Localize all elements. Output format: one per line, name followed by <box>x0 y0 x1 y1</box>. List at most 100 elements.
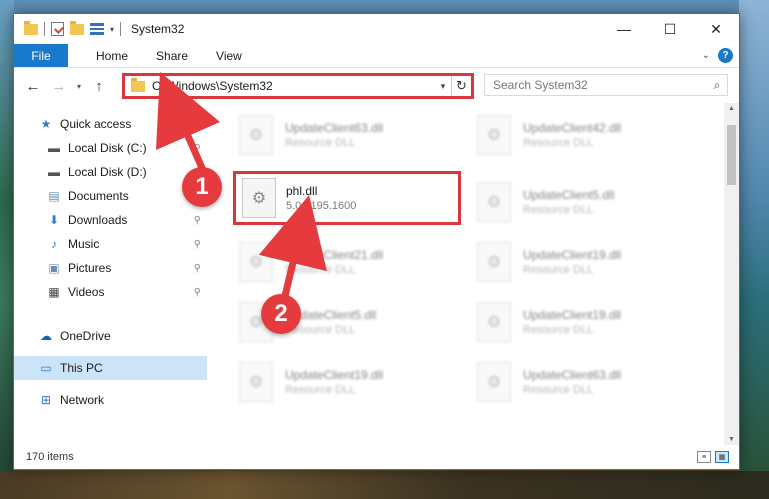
pin-icon[interactable]: ⚲ <box>194 263 201 274</box>
file-explorer-window: ▾ System32 — ☐ ✕ File Home Share View ⌄ … <box>13 13 740 470</box>
pin-icon[interactable]: ⚲ <box>194 215 201 226</box>
details-view-icon[interactable]: ≡ <box>697 451 711 463</box>
title-bar: ▾ System32 — ☐ ✕ <box>14 14 739 44</box>
ribbon-tabs: File Home Share View ⌄ ? <box>14 44 739 68</box>
documents-icon: ▤ <box>48 189 60 203</box>
recent-locations-dropdown-icon[interactable]: ▾ <box>72 82 86 91</box>
pin-icon[interactable]: ⚲ <box>194 287 201 298</box>
sidebar-item-quick-access[interactable]: ★ Quick access <box>14 112 207 136</box>
videos-icon: ▦ <box>48 285 60 299</box>
navigation-pane: ★ Quick access ▬ Local Disk (C:) ⚲ ▬ Loc… <box>14 103 207 445</box>
music-icon: ♪ <box>51 237 57 251</box>
sidebar-item-label: OneDrive <box>60 329 111 343</box>
sidebar-item-label: Local Disk (C:) <box>68 141 147 155</box>
file-name: UpdateClient19.dll <box>285 368 384 382</box>
refresh-icon[interactable]: ↻ <box>451 76 471 96</box>
file-description: Resource DLL <box>523 204 594 216</box>
maximize-button[interactable]: ☐ <box>647 14 693 44</box>
file-name: UpdateClient42.dll <box>523 121 622 135</box>
forward-arrow-icon[interactable]: → <box>46 78 72 95</box>
address-history-dropdown-icon[interactable]: ▾ <box>435 81 451 92</box>
scrollbar-thumb[interactable] <box>727 125 736 185</box>
tab-view[interactable]: View <box>202 44 256 67</box>
address-path[interactable]: C:\Windows\System32 <box>152 79 435 93</box>
up-arrow-icon[interactable]: ↑ <box>86 78 112 95</box>
address-bar[interactable]: C:\Windows\System32 ▾ ↻ <box>122 73 474 99</box>
pin-icon[interactable]: ⚲ <box>194 239 201 250</box>
toolbar-divider <box>120 22 122 36</box>
search-box[interactable]: Search System32 ⌕ <box>484 74 728 96</box>
scroll-down-icon[interactable]: ▼ <box>724 436 739 443</box>
sidebar-item-local-disk-d[interactable]: ▬ Local Disk (D:) <box>14 160 207 184</box>
highlighted-file-item[interactable]: ⚙ phl.dll 5.0.2195.1600 <box>233 171 461 225</box>
file-description: Resource DLL <box>285 384 356 396</box>
sidebar-item-this-pc[interactable]: ▭ This PC <box>14 356 207 380</box>
sidebar-item-label: Network <box>60 393 105 407</box>
folder-icon[interactable] <box>24 20 38 35</box>
sidebar-item-label: Documents <box>68 189 129 203</box>
cloud-icon: ☁ <box>40 329 52 343</box>
file-description: Resource DLL <box>285 264 356 276</box>
file-description: Resource DLL <box>523 137 594 149</box>
file-description: Resource DLL <box>523 264 594 276</box>
dll-file-icon: ⚙ <box>477 302 511 342</box>
list-item[interactable]: ⚙ UpdateClient21.dll Resource DLL <box>231 235 459 289</box>
view-toggle: ≡ ▦ <box>697 451 729 463</box>
sidebar-item-pictures[interactable]: ▣ Pictures ⚲ <box>14 256 207 280</box>
list-item[interactable]: ⚙ UpdateClient5.dll Resource DLL <box>469 175 697 229</box>
tab-file[interactable]: File <box>14 44 68 67</box>
back-arrow-icon[interactable]: ← <box>20 78 46 95</box>
search-icon[interactable]: ⌕ <box>707 78 727 93</box>
properties-icon[interactable] <box>51 22 64 36</box>
dll-file-icon: ⚙ <box>239 242 273 282</box>
sidebar-item-label: Downloads <box>68 213 128 227</box>
drive-icon: ▬ <box>48 165 60 179</box>
sidebar-item-downloads[interactable]: ⬇ Downloads ⚲ <box>14 208 207 232</box>
tiles-view-icon[interactable]: ▦ <box>715 451 729 463</box>
help-button[interactable]: ? <box>718 48 733 63</box>
customize-toolbar-dropdown-icon[interactable]: ▾ <box>110 25 114 34</box>
sidebar-item-onedrive[interactable]: ☁ OneDrive <box>14 324 207 348</box>
search-input[interactable]: Search System32 <box>493 78 707 92</box>
folder-icon <box>131 77 145 92</box>
list-item[interactable]: ⚙ UpdateClient63.dll Resource DLL <box>469 355 697 409</box>
sidebar-item-local-disk-c[interactable]: ▬ Local Disk (C:) ⚲ <box>14 136 207 160</box>
customize-view-icon[interactable] <box>90 23 104 35</box>
tab-home[interactable]: Home <box>68 44 142 67</box>
scroll-up-icon[interactable]: ▲ <box>724 105 739 112</box>
file-description: Resource DLL <box>523 384 594 396</box>
item-count: 170 items <box>26 451 74 463</box>
tab-share[interactable]: Share <box>142 44 202 67</box>
new-folder-icon[interactable] <box>70 20 84 35</box>
dll-file-icon: ⚙ <box>239 362 273 402</box>
minimize-button[interactable]: — <box>601 14 647 44</box>
computer-icon: ▭ <box>40 361 52 375</box>
dll-file-icon: ⚙ <box>239 115 273 155</box>
file-name: UpdateClient21.dll <box>285 248 384 262</box>
sidebar-item-videos[interactable]: ▦ Videos ⚲ <box>14 280 207 304</box>
quick-access-toolbar: ▾ <box>14 20 122 36</box>
list-item[interactable]: ⚙ UpdateClient19.dll Resource DLL <box>231 355 459 409</box>
sidebar-item-music[interactable]: ♪ Music ⚲ <box>14 232 207 256</box>
network-icon: ⊞ <box>40 393 52 407</box>
list-item[interactable]: ⚙ UpdateClient19.dll Resource DLL <box>469 235 697 289</box>
status-bar: 170 items ≡ ▦ <box>14 445 739 469</box>
list-item[interactable]: ⚙ UpdateClient63.dll Resource DLL <box>231 108 459 162</box>
dll-file-icon: ⚙ <box>477 115 511 155</box>
desktop-background-bottom <box>0 471 769 499</box>
close-button[interactable]: ✕ <box>693 14 739 44</box>
file-list: ⚙ UpdateClient63.dll Resource DLL ⚙ phl.… <box>207 103 724 445</box>
file-name: UpdateClient63.dll <box>285 121 384 135</box>
list-item[interactable]: ⚙ UpdateClient19.dll Resource DLL <box>469 295 697 349</box>
pin-icon[interactable]: ⚲ <box>194 143 201 154</box>
vertical-scrollbar[interactable]: ▲ ▼ <box>724 103 739 445</box>
desktop-background-left <box>0 0 14 499</box>
dll-file-icon: ⚙ <box>477 242 511 282</box>
sidebar-item-network[interactable]: ⊞ Network <box>14 388 207 412</box>
list-item[interactable]: ⚙ UpdateClient42.dll Resource DLL <box>469 108 697 162</box>
file-name: UpdateClient5.dll <box>523 188 615 202</box>
download-icon: ⬇ <box>48 213 60 227</box>
chevron-down-icon[interactable]: ⌄ <box>702 50 710 61</box>
sidebar-item-documents[interactable]: ▤ Documents <box>14 184 207 208</box>
star-icon: ★ <box>40 117 52 131</box>
